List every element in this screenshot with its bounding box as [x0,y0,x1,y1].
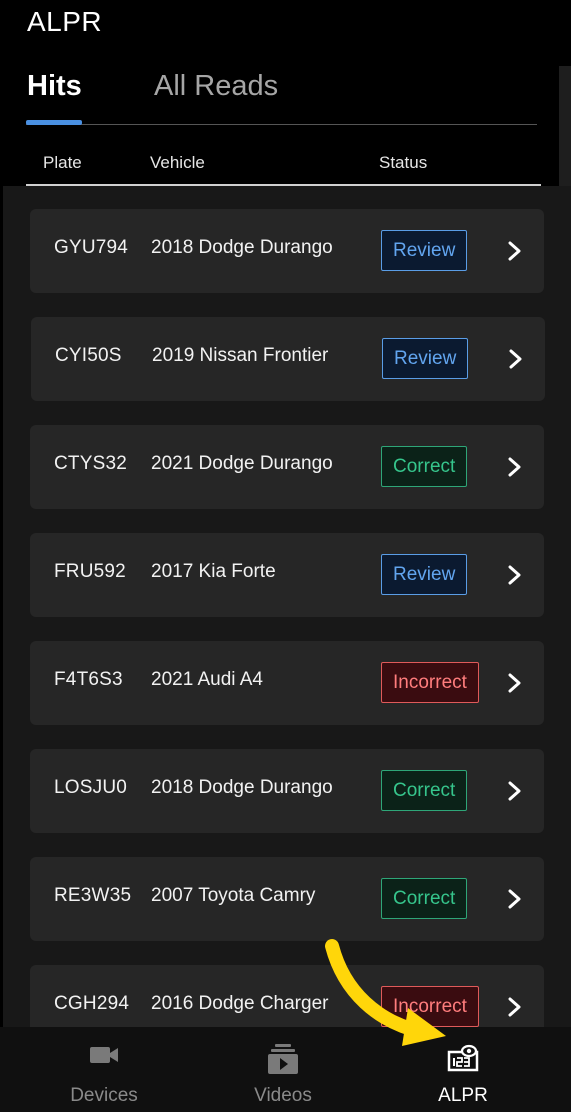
status-badge: Review [381,230,468,271]
vehicle-description: 2018 Dodge Durango [151,237,333,258]
chevron-right-icon [508,673,521,693]
nav-devices[interactable]: Devices [9,1027,199,1112]
hit-row[interactable]: LOSJU0 2018 Dodge Durango Correct [30,749,544,833]
plate-number: LOSJU0 [54,777,128,798]
hit-row[interactable]: F4T6S3 2021 Audi A4 Incorrect [30,641,544,725]
plate-number: RE3W35 [54,885,132,906]
page-title: ALPR [27,6,103,37]
vehicle-description: 2021 Audi A4 [151,669,263,690]
vehicle-description: 2021 Dodge Durango [151,453,333,474]
vehicle-description: 2019 Nissan Frontier [152,345,329,366]
bottom-navigation: Devices Videos ALPR [0,1027,571,1112]
hit-row[interactable]: GYU794 2018 Dodge Durango Review [30,209,544,293]
app-header: ALPR Hits All Reads Plate Vehicle Status [0,0,571,190]
plate-number: FRU592 [54,561,126,582]
hit-row[interactable]: CGH294 2016 Dodge Charger Incorrect [30,965,544,1027]
video-camera-icon [90,1047,118,1063]
license-plate-icon [447,1044,479,1072]
nav-alpr[interactable]: ALPR [368,1027,558,1112]
column-header-plate: Plate [43,153,82,172]
nav-label-devices: Devices [70,1085,138,1106]
status-badge: Incorrect [381,662,479,703]
chevron-right-icon [508,565,521,585]
column-header-status: Status [379,153,428,172]
active-tab-indicator [26,120,82,125]
plate-number: CGH294 [54,993,130,1014]
video-library-icon [268,1044,298,1074]
chevron-right-icon [509,349,522,369]
hits-list[interactable]: GYU794 2018 Dodge Durango Review CYI50S … [3,186,571,1027]
vehicle-description: 2007 Toyota Camry [151,885,316,906]
nav-label-alpr: ALPR [438,1085,488,1106]
chevron-right-icon [508,241,521,261]
chevron-right-icon [508,457,521,477]
status-badge: Correct [381,770,468,811]
status-badge: Correct [381,878,468,919]
hit-row[interactable]: FRU592 2017 Kia Forte Review [30,533,544,617]
plate-number: GYU794 [54,237,129,258]
chevron-right-icon [508,997,521,1017]
hit-row[interactable]: CTYS32 2021 Dodge Durango Correct [30,425,544,509]
nav-videos[interactable]: Videos [188,1027,378,1112]
plate-number: CTYS32 [54,453,128,474]
tab-bar: Hits All Reads [0,66,571,128]
tab-divider [26,124,537,125]
chevron-right-icon [508,889,521,909]
status-badge: Review [381,554,468,595]
hit-row[interactable]: RE3W35 2007 Toyota Camry Correct [30,857,544,941]
tab-all-reads[interactable]: All Reads [154,70,278,103]
chevron-right-icon [508,781,521,801]
tab-hits[interactable]: Hits [27,70,82,103]
plate-number: CYI50S [55,345,122,366]
column-header-vehicle: Vehicle [150,153,205,172]
vehicle-description: 2018 Dodge Durango [151,777,333,798]
status-badge: Correct [381,446,468,487]
vehicle-description: 2016 Dodge Charger [151,993,329,1014]
status-badge: Review [382,338,469,379]
plate-number: F4T6S3 [54,669,123,690]
status-badge: Incorrect [381,986,479,1027]
hit-row[interactable]: CYI50S 2019 Nissan Frontier Review [31,317,545,401]
vehicle-description: 2017 Kia Forte [151,561,276,582]
nav-label-videos: Videos [254,1085,312,1106]
